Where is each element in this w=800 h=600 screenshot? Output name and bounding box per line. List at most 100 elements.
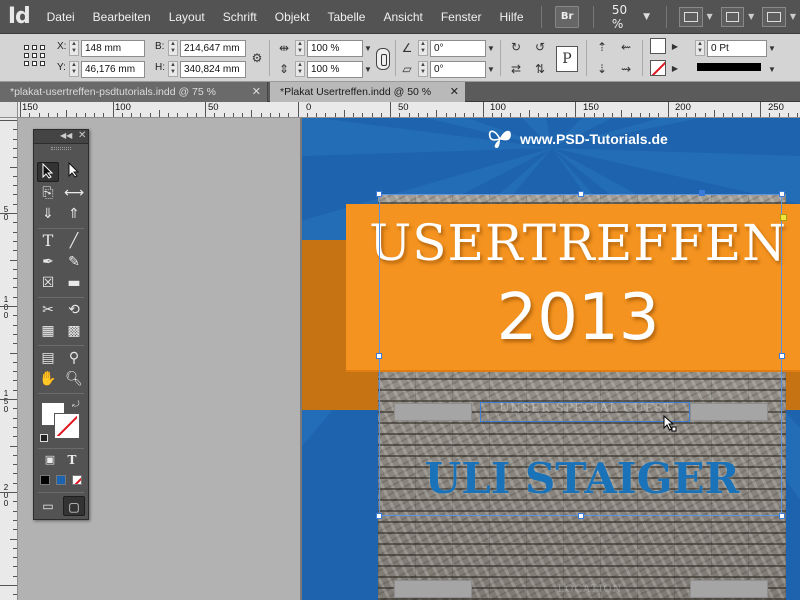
chevron-down-icon[interactable]: ▼ [707,12,713,21]
menu-schrift[interactable]: Schrift [214,0,266,34]
chevron-down-icon[interactable]: ▼ [767,61,777,78]
resize-handle-bottom[interactable] [578,513,584,519]
constrain-proportions-icon[interactable]: ⚙ [249,50,265,66]
apply-none-swatch[interactable] [72,475,82,485]
width-stepper[interactable]: ▲ ▼ [168,40,178,56]
menu-fenster[interactable]: Fenster [432,0,491,34]
chevron-down-icon[interactable]: ▼ [748,12,754,21]
menu-bearbeiten[interactable]: Bearbeiten [84,0,160,34]
free-transform-tool-icon[interactable]: ⟲ [63,300,85,320]
rectangle-tool-icon[interactable]: ▬ [63,273,85,293]
swap-fill-stroke-icon[interactable]: ⤾ [72,400,80,410]
chevron-down-icon[interactable]: ▼ [363,40,373,57]
height-field[interactable]: 340,824 mm [180,61,246,78]
select-next-icon[interactable]: ⇝ [618,61,634,77]
menu-ansicht[interactable]: Ansicht [374,0,431,34]
panel-grip[interactable] [51,147,71,150]
pencil-tool-icon[interactable]: ✎ [63,252,85,272]
menu-objekt[interactable]: Objekt [266,0,319,34]
page-tool-icon[interactable]: ⎘ [37,183,59,203]
zoom-tool-icon[interactable]: 🔍︎ [63,369,85,389]
scissors-tool-icon[interactable]: ✂ [37,300,59,320]
rotate-field[interactable]: 0° [430,40,486,57]
menu-hilfe[interactable]: Hilfe [491,0,533,34]
select-previous-icon[interactable]: ⇜ [618,39,634,55]
pen-tool-icon[interactable]: ✒ [37,252,59,272]
type-tool-icon[interactable]: T [37,231,59,251]
apply-color-swatch[interactable] [40,475,50,485]
note-tool-icon[interactable]: ▤ [37,348,59,368]
resize-handle-left[interactable] [376,353,382,359]
gradient-feather-tool-icon[interactable]: ▩ [63,321,85,341]
rotate-stepper[interactable]: ▲ ▼ [418,40,428,56]
document-page[interactable]: www.PSD-Tutorials.de USERTREFFEN 2013 UN… [302,118,800,600]
chevron-down-icon[interactable]: ▼ [790,12,796,21]
reference-point-icon[interactable] [24,45,46,67]
ruler-origin[interactable] [0,102,18,118]
resize-handle-br[interactable] [779,513,785,519]
horizontal-ruler[interactable]: 150 100 50 0 50 100 150 200 250 [18,102,800,118]
flip-vertical-icon[interactable]: ⇅ [532,61,548,77]
rectangle-frame-tool-icon[interactable]: ☒ [37,273,59,293]
menu-tabelle[interactable]: Tabelle [318,0,374,34]
menu-datei[interactable]: Datei [38,0,84,34]
resize-handle-tl[interactable] [376,191,382,197]
chevron-down-icon[interactable]: ▼ [643,12,650,22]
link-scale-icon[interactable] [376,48,390,70]
arrange-documents-icon[interactable] [762,6,786,27]
chevron-down-icon[interactable]: ▼ [486,40,496,57]
default-fill-stroke-icon[interactable] [40,434,48,442]
chevron-down-icon[interactable]: ▼ [363,61,373,78]
view-options-icon[interactable] [678,6,703,27]
x-position-field[interactable]: 148 mm [81,40,145,57]
scale-y-field[interactable]: 100 % [307,61,363,78]
chevron-right-icon[interactable]: ▶ [670,38,680,55]
formatting-container-icon[interactable]: ▣ [39,450,61,470]
zoom-level[interactable]: 50 % [602,3,643,31]
bridge-button[interactable]: Br [555,5,579,28]
resize-handle-bl[interactable] [376,513,382,519]
rotate-ccw-icon[interactable]: ↺ [532,39,548,55]
shear-field[interactable]: 0° [430,61,486,78]
apply-gradient-swatch[interactable] [56,475,66,485]
gradient-swatch-tool-icon[interactable]: ▦ [37,321,59,341]
collapse-icon[interactable]: ◀◀ [60,131,72,140]
stroke-swatch[interactable] [650,60,666,76]
flip-horizontal-icon[interactable]: ⇄ [508,61,524,77]
stroke-type-preview[interactable] [697,63,761,71]
tools-panel-header[interactable]: ◀◀ ✕ [34,130,88,144]
preview-mode-icon[interactable]: ▢ [63,496,85,516]
chevron-down-icon[interactable]: ▼ [767,40,777,57]
chevron-down-icon[interactable]: ▼ [486,61,496,78]
tab-plakat-psdtutorials[interactable]: *plakat-usertreffen-psdtutorials.indd @ … [0,82,268,102]
selection-tool-icon[interactable] [37,162,59,182]
line-tool-icon[interactable]: ╱ [63,231,85,251]
direct-selection-tool-icon[interactable] [63,161,85,182]
content-grabber[interactable] [699,190,705,196]
corner-options-handle[interactable] [780,214,787,221]
content-collector-icon[interactable]: ⇓ [37,204,59,224]
width-field[interactable]: 214,647 mm [180,40,246,57]
y-position-field[interactable]: 46,176 mm [81,61,145,78]
vertical-ruler[interactable]: 5 0 1 0 0 1 5 0 2 0 0 [0,118,18,600]
resize-handle-right[interactable] [779,353,785,359]
tab-plakat-usertreffen[interactable]: *Plakat Usertreffen.indd @ 50 % ✕ [270,82,465,102]
close-icon[interactable]: ✕ [252,82,261,102]
resize-handle-tr[interactable] [779,191,785,197]
scale-x-stepper[interactable]: ▲ ▼ [295,40,305,56]
stroke-weight-field[interactable]: 0 Pt [707,40,767,57]
scale-y-stepper[interactable]: ▲ ▼ [295,61,305,77]
stroke-weight-stepper[interactable]: ▲ ▼ [695,40,705,56]
eyedropper-tool-icon[interactable]: ⚲ [63,348,85,368]
normal-view-icon[interactable]: ▭ [37,496,59,516]
footer-text[interactable]: LOCATION [500,584,680,595]
screen-mode-icon[interactable] [720,6,745,27]
chevron-right-icon[interactable]: ▶ [670,60,680,77]
shear-stepper[interactable]: ▲ ▼ [418,61,428,77]
height-stepper[interactable]: ▲ ▼ [168,61,178,77]
x-stepper[interactable]: ▲ ▼ [69,40,79,56]
resize-handle-top[interactable] [578,191,584,197]
formatting-text-icon[interactable]: T [61,450,83,470]
fill-swatch[interactable] [650,38,666,54]
stroke-color-swatch[interactable] [54,413,80,439]
